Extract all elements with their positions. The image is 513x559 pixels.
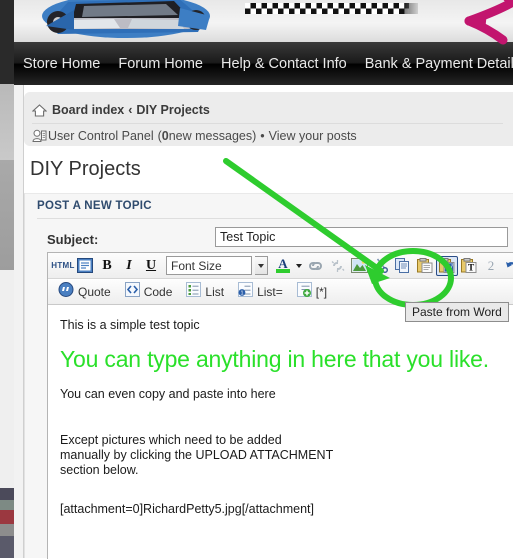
list-icon bbox=[186, 282, 202, 302]
subject-label: Subject: bbox=[47, 232, 99, 247]
background-window-sliver bbox=[0, 0, 14, 558]
content-headline: You can type anything in here that you l… bbox=[60, 346, 489, 372]
nav-store-home[interactable]: Store Home bbox=[14, 56, 109, 72]
font-size-dropdown-arrow[interactable] bbox=[255, 256, 268, 275]
font-color-picker[interactable]: A bbox=[274, 256, 292, 276]
nav-help-contact[interactable]: Help & Contact Info bbox=[212, 56, 356, 72]
quote-label: Quote bbox=[78, 285, 111, 299]
spellcheck-icon[interactable]: 2 bbox=[480, 256, 502, 276]
paste-from-word-icon[interactable]: W bbox=[436, 255, 458, 276]
list-item-label: [*] bbox=[315, 285, 328, 299]
content-para-line-1: Except pictures which need to be added bbox=[60, 433, 282, 447]
nav-bank-payment[interactable]: Bank & Payment Details bbox=[356, 56, 513, 72]
svg-text:2: 2 bbox=[488, 258, 495, 273]
list-item-icon bbox=[296, 282, 312, 302]
nav-forum-home[interactable]: Forum Home bbox=[109, 56, 212, 72]
page-left-margin bbox=[14, 84, 24, 558]
post-new-topic-panel: POST A NEW TOPIC Subject: HTML bbox=[24, 193, 513, 559]
race-car-image bbox=[28, 0, 224, 42]
content-attachment-tag: [attachment=0]RichardPetty5.jpg[/attachm… bbox=[60, 502, 314, 516]
code-icon bbox=[124, 282, 140, 302]
main-navigation-bar: Store Home Forum Home Help & Contact Inf… bbox=[0, 42, 513, 85]
svg-text:1: 1 bbox=[241, 291, 244, 297]
italic-button[interactable]: I bbox=[118, 256, 140, 276]
underline-button[interactable]: U bbox=[140, 256, 162, 276]
breadcrumb-separator: ‹ bbox=[128, 103, 133, 117]
html-button[interactable]: HTML bbox=[51, 256, 74, 276]
bold-button[interactable]: B bbox=[96, 256, 118, 276]
copy-icon[interactable] bbox=[392, 256, 414, 276]
paste-icon[interactable] bbox=[414, 256, 436, 276]
code-label: Code bbox=[143, 285, 173, 299]
font-size-value: Font Size bbox=[171, 258, 222, 273]
cut-icon[interactable] bbox=[370, 256, 392, 276]
breadcrumb: Board index ‹ DIY Projects bbox=[31, 98, 210, 122]
font-size-select[interactable]: Font Size bbox=[166, 256, 252, 275]
tooltip: Paste from Word bbox=[405, 302, 509, 322]
svg-text:T: T bbox=[468, 263, 475, 273]
breadcrumb-current[interactable]: DIY Projects bbox=[136, 103, 209, 117]
checkered-flag-icon bbox=[245, 3, 409, 14]
ucp-new-message-count: 0 bbox=[161, 128, 169, 143]
user-control-panel-link[interactable]: User Control Panel bbox=[48, 129, 154, 143]
editor-toolbar-row-1: HTML B I U Font Size A W T 2 bbox=[48, 253, 513, 279]
ordered-list-icon: 1 bbox=[238, 282, 254, 302]
unlink-icon[interactable] bbox=[326, 256, 348, 276]
svg-text:W: W bbox=[445, 262, 454, 272]
undo-icon[interactable] bbox=[502, 256, 513, 276]
list-label: List bbox=[205, 285, 225, 299]
list-item-button[interactable]: [*] bbox=[296, 282, 328, 302]
subject-input[interactable] bbox=[215, 227, 508, 247]
message-content-area[interactable]: This is a simple test topic You can type… bbox=[48, 306, 513, 559]
insert-link-icon[interactable] bbox=[304, 256, 326, 276]
chevron-down-icon bbox=[258, 263, 264, 268]
magenta-arrow-annotation bbox=[464, 0, 513, 45]
content-paragraph: Except pictures which need to be added m… bbox=[60, 433, 513, 478]
view-your-posts-link[interactable]: View your posts bbox=[269, 129, 357, 143]
panel-divider bbox=[37, 218, 513, 219]
ucp-messages-text: new messages) bbox=[168, 128, 257, 143]
breadcrumb-block: Board index ‹ DIY Projects User Control … bbox=[24, 92, 513, 146]
insert-image-icon[interactable] bbox=[348, 256, 370, 276]
page-title: DIY Projects bbox=[30, 158, 141, 180]
font-color-dropdown-arrow[interactable] bbox=[292, 256, 304, 276]
content-line-2: You can even copy and paste into here bbox=[60, 387, 276, 401]
content-para-line-2: manually by clicking the UPLOAD ATTACHME… bbox=[60, 448, 334, 462]
user-control-panel-row: User Control Panel ( 0 new messages) • V… bbox=[32, 123, 503, 145]
ordered-list-button[interactable]: 1 List= bbox=[238, 282, 283, 302]
breadcrumb-board-index[interactable]: Board index bbox=[52, 103, 124, 117]
home-icon bbox=[31, 103, 48, 117]
content-para-line-3: section below. bbox=[60, 463, 139, 477]
list-button[interactable]: List bbox=[186, 282, 224, 302]
code-button[interactable]: Code bbox=[124, 282, 173, 302]
bbcode-editor: HTML B I U Font Size A W T 2 Quote Code … bbox=[47, 252, 513, 559]
ordered-list-label: List= bbox=[257, 285, 283, 299]
quote-icon bbox=[58, 282, 74, 302]
wysiwyg-editor-icon[interactable] bbox=[74, 256, 96, 276]
quote-button[interactable]: Quote bbox=[58, 282, 111, 302]
user-control-panel-icon bbox=[32, 129, 47, 143]
chevron-down-icon bbox=[295, 263, 302, 268]
font-color-swatch bbox=[276, 269, 290, 273]
ucp-bullet-separator: • bbox=[260, 128, 265, 143]
panel-heading: POST A NEW TOPIC bbox=[37, 200, 152, 212]
paste-as-text-icon[interactable]: T bbox=[458, 256, 480, 276]
